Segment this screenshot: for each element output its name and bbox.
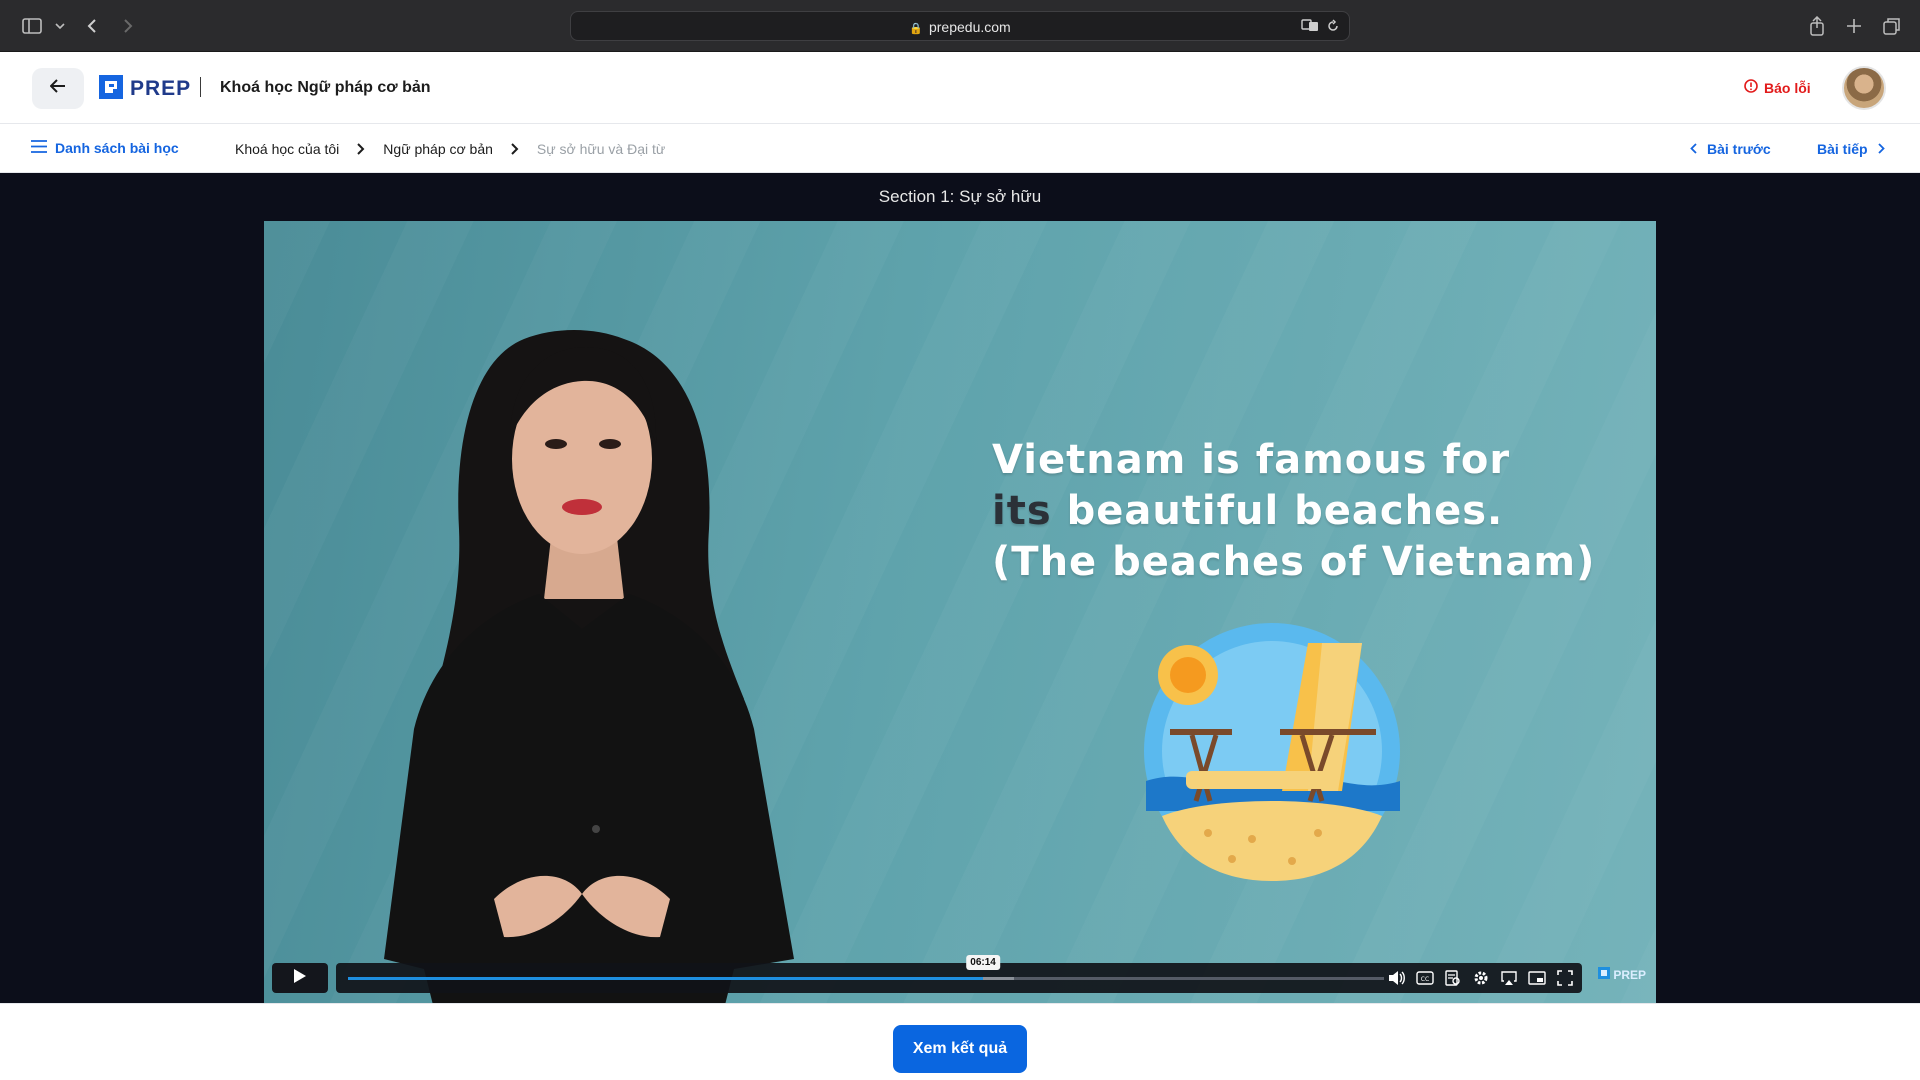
sun-icon	[1158, 645, 1218, 705]
view-results-button[interactable]: Xem kết quả	[893, 1025, 1027, 1073]
svg-text:CC: CC	[1421, 976, 1429, 983]
next-lesson-button[interactable]: Bài tiếp	[1817, 141, 1885, 157]
pip-icon[interactable]	[1528, 969, 1546, 987]
slide-line-3: (The beaches of Vietnam)	[992, 539, 1596, 585]
presenter-image	[384, 330, 794, 1003]
breadcrumb: Khoá học của tôi Ngữ pháp cơ bản Sự sở h…	[235, 141, 665, 157]
beach-chair-illustration	[1144, 623, 1400, 881]
forward-icon[interactable]	[116, 14, 140, 38]
next-lesson-label: Bài tiếp	[1817, 141, 1868, 157]
chevron-right-icon	[511, 143, 519, 155]
chevron-left-icon	[1690, 141, 1697, 157]
app-header: PREP Khoá học Ngữ pháp cơ bản Báo lỗi	[0, 53, 1920, 124]
lock-icon: 🔒	[909, 23, 923, 35]
menu-icon	[31, 140, 47, 156]
slide-highlight-word: its	[992, 488, 1052, 534]
header-divider	[200, 77, 201, 97]
time-tooltip: 06:14	[966, 955, 1000, 970]
slide-line-1: Vietnam is famous for	[992, 437, 1511, 483]
prep-logo-icon	[98, 74, 124, 105]
share-icon[interactable]	[1805, 14, 1829, 38]
breadcrumb-basic-grammar[interactable]: Ngữ pháp cơ bản	[383, 141, 493, 157]
captions-icon[interactable]: CC	[1416, 969, 1434, 987]
slide-line-2: its beautiful beaches.	[992, 486, 1612, 537]
settings-icon[interactable]	[1472, 969, 1490, 987]
course-title: Khoá học Ngữ pháp cơ bản	[220, 79, 431, 96]
fullscreen-icon[interactable]	[1556, 969, 1574, 987]
watermark-text: PREP	[1613, 967, 1646, 982]
play-icon	[293, 968, 307, 989]
lesson-nav: Danh sách bài học Khoá học của tôi Ngữ p…	[0, 125, 1920, 173]
alert-circle-icon	[1744, 79, 1758, 96]
lesson-list-label: Danh sách bài học	[55, 140, 179, 156]
slide-text: Vietnam is famous for its beautiful beac…	[992, 435, 1612, 588]
arrow-left-icon	[49, 79, 66, 98]
lesson-list-button[interactable]: Danh sách bài học	[31, 140, 179, 156]
control-icons: CC	[1388, 969, 1574, 987]
reload-icon[interactable]	[1327, 19, 1339, 38]
slide-line-2-rest: beautiful beaches.	[1051, 488, 1504, 534]
breadcrumb-my-courses[interactable]: Khoá học của tôi	[235, 141, 339, 157]
report-error-label: Báo lỗi	[1764, 79, 1811, 96]
translate-icon[interactable]	[1301, 18, 1319, 37]
video-stage: Section 1: Sự sở hữu Vietnam is famous f…	[0, 173, 1920, 1003]
previous-lesson-label: Bài trước	[1707, 141, 1771, 157]
breadcrumb-current-lesson: Sự sở hữu và Đại từ	[536, 141, 666, 157]
footer-bar: Xem kết quả	[0, 1003, 1920, 1080]
seek-bar[interactable]: 06:14	[348, 955, 1384, 980]
volume-icon[interactable]	[1388, 969, 1406, 987]
chevron-right-icon	[1877, 141, 1885, 157]
previous-lesson-button[interactable]: Bài trước	[1690, 141, 1771, 157]
chevron-down-icon[interactable]	[48, 14, 72, 38]
url-text: prepedu.com	[928, 19, 1011, 35]
progress-fill	[348, 977, 984, 980]
play-button[interactable]	[272, 963, 328, 993]
section-title: Section 1: Sự sở hữu	[878, 187, 1042, 206]
transcript-icon[interactable]	[1444, 969, 1462, 987]
back-button[interactable]	[32, 68, 84, 109]
logo[interactable]: PREP	[98, 74, 192, 105]
new-tab-icon[interactable]	[1842, 14, 1866, 38]
prep-watermark: PREP	[1598, 967, 1646, 982]
prep-logo-icon	[1598, 967, 1611, 982]
airplay-icon[interactable]	[1500, 969, 1518, 987]
address-bar[interactable]: 🔒 prepedu.com	[570, 11, 1350, 41]
chevron-right-icon	[357, 143, 365, 155]
report-error-button[interactable]: Báo lỗi	[1744, 79, 1811, 96]
browser-toolbar: 🔒 prepedu.com	[0, 0, 1920, 52]
avatar[interactable]	[1842, 66, 1886, 110]
video-player[interactable]: Vietnam is famous for its beautiful beac…	[264, 221, 1656, 1003]
control-bar: 06:14 CC	[336, 955, 1582, 993]
sidebar-toggle-icon[interactable]	[20, 14, 44, 38]
logo-text: PREP	[130, 77, 192, 100]
back-icon[interactable]	[80, 14, 104, 38]
tab-overview-icon[interactable]	[1880, 14, 1904, 38]
